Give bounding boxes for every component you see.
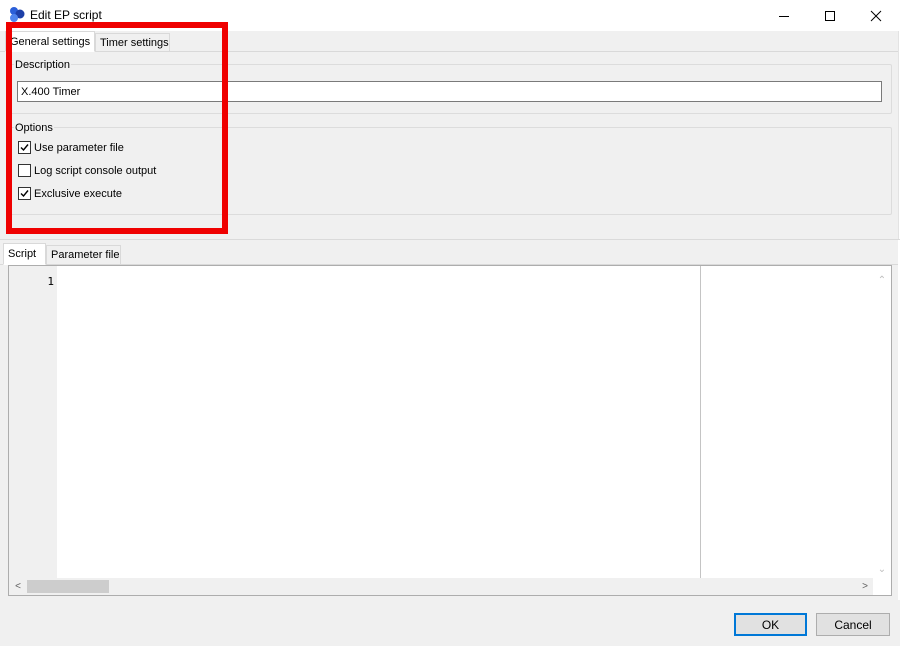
window-title: Edit EP script xyxy=(30,8,102,22)
tab-parameter-file[interactable]: Parameter file xyxy=(46,245,121,264)
maximize-button[interactable] xyxy=(807,0,853,31)
cancel-button[interactable]: Cancel xyxy=(816,613,890,636)
maximize-icon xyxy=(825,10,835,21)
scroll-down-icon[interactable]: ⌄ xyxy=(874,561,890,577)
highlight-annotation-box xyxy=(6,22,228,234)
scroll-right-icon[interactable]: > xyxy=(857,578,873,594)
line-number: 1 xyxy=(47,275,54,288)
tab-label: Parameter file xyxy=(51,249,120,261)
minimize-button[interactable] xyxy=(761,0,807,31)
minimize-icon xyxy=(779,15,789,17)
close-icon xyxy=(870,10,882,21)
tab-script[interactable]: Script xyxy=(3,243,46,265)
horizontal-scrollbar[interactable] xyxy=(9,578,873,595)
editor-edge-line xyxy=(700,266,701,578)
scroll-left-icon[interactable]: < xyxy=(10,578,26,594)
close-button[interactable] xyxy=(853,0,899,31)
vertical-scrollbar[interactable] xyxy=(874,266,891,578)
horizontal-scroll-thumb[interactable] xyxy=(27,580,109,593)
scroll-up-icon[interactable]: ⌃ xyxy=(874,272,890,288)
script-editor[interactable] xyxy=(8,265,892,596)
tab-label: Script xyxy=(8,248,37,260)
line-number-gutter xyxy=(9,266,57,578)
ok-button[interactable]: OK xyxy=(734,613,807,636)
cancel-button-label: Cancel xyxy=(834,617,872,632)
ok-button-label: OK xyxy=(761,617,780,632)
